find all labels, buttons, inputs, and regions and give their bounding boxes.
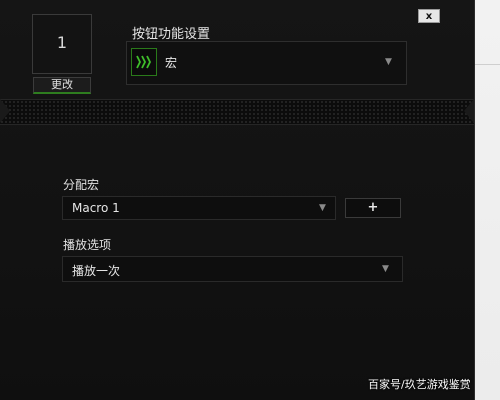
playback-options-label: 播放选项	[63, 238, 112, 252]
chevron-down-icon: ▼	[385, 57, 392, 67]
button-settings-panel: x 1 更改 按钮功能设置 宏 ▼ 分配宏 Macro 1 ▼ + 播放选项 播…	[0, 0, 475, 400]
macro-icon	[131, 48, 157, 76]
background-line	[475, 64, 500, 65]
chevron-down-icon: ▼	[319, 203, 326, 213]
button-number: 1	[56, 33, 68, 52]
playback-selected-value: 播放一次	[72, 264, 121, 278]
function-settings-label: 按钮功能设置	[132, 27, 211, 42]
macro-dropdown[interactable]: Macro 1 ▼	[62, 196, 336, 220]
section-divider	[0, 99, 474, 125]
assign-macro-label: 分配宏	[63, 178, 100, 192]
macro-selected-value: Macro 1	[72, 201, 120, 215]
close-button[interactable]: x	[418, 9, 440, 23]
add-macro-button[interactable]: +	[345, 198, 401, 218]
watermark-text: 百家号/玖艺游戏鉴赏	[368, 378, 471, 391]
playback-dropdown[interactable]: 播放一次 ▼	[62, 256, 403, 282]
function-selected-value: 宏	[165, 56, 178, 70]
button-number-box: 1	[32, 14, 92, 74]
change-button[interactable]: 更改	[33, 77, 91, 94]
function-dropdown[interactable]: 宏 ▼	[126, 41, 407, 85]
background-strip	[475, 0, 500, 400]
chevron-down-icon: ▼	[382, 264, 389, 274]
